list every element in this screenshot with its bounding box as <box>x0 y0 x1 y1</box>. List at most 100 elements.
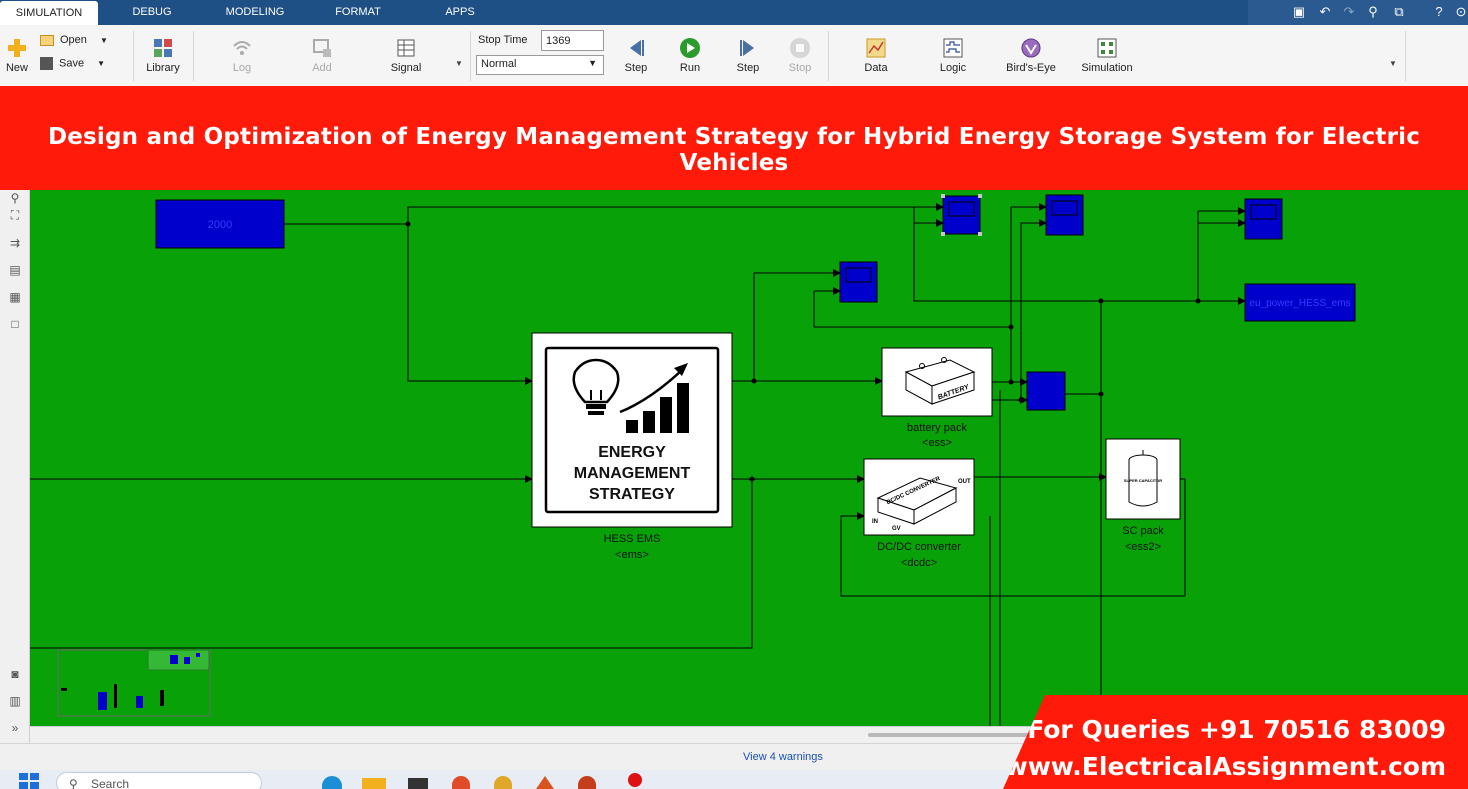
annotation-icon[interactable]: ▤ <box>7 263 23 277</box>
sum-block[interactable] <box>1026 371 1066 411</box>
step-back-label: Step <box>624 62 648 74</box>
matlab-icon[interactable] <box>536 776 554 789</box>
fit-view-icon[interactable]: ⛶ <box>7 208 23 222</box>
save-button[interactable]: Save ▼ <box>40 57 105 70</box>
ems-block-reference: <ems> <box>615 549 649 561</box>
stop-icon <box>790 38 810 58</box>
step-back-button[interactable]: Step <box>620 37 652 74</box>
step-back-icon <box>630 40 644 56</box>
scope-block[interactable] <box>941 194 982 236</box>
arrow-icon[interactable]: ⇉ <box>7 236 23 250</box>
tab-debug[interactable]: DEBUG <box>120 0 184 25</box>
dcdc-converter-block[interactable]: DC/DC CONVERTER OUT IN GV <box>863 458 975 536</box>
powerpoint-icon[interactable] <box>578 776 596 789</box>
chevron-down-icon[interactable]: ▼ <box>1389 59 1397 68</box>
ems-icon-line: MANAGEMENT <box>574 465 691 482</box>
step-forward-button[interactable]: Step <box>732 37 764 74</box>
separator <box>193 31 194 81</box>
windows-start-icon[interactable] <box>19 773 39 789</box>
constant-block[interactable]: 2000 <box>155 199 285 249</box>
simulation-manager-button[interactable]: Simulation <box>1078 37 1136 74</box>
model-canvas[interactable]: 2000 eu_power_HESS_ems ENERGY MANAGEMENT… <box>30 190 1468 726</box>
simulation-mode-select[interactable]: Normal ▼ <box>476 55 604 75</box>
browser-icon[interactable] <box>452 776 470 789</box>
terminal-icon[interactable] <box>408 778 428 789</box>
tab-format[interactable]: FORMAT <box>324 0 392 25</box>
properties-icon[interactable]: ▥ <box>7 694 23 708</box>
chrome-icon[interactable] <box>494 776 512 789</box>
table-icon <box>397 39 415 57</box>
tab-simulation[interactable]: SIMULATION <box>0 1 98 25</box>
ems-icon-line: ENERGY <box>598 444 666 461</box>
stop-button[interactable]: Stop <box>785 37 815 74</box>
signal-line[interactable] <box>1010 203 1047 382</box>
separator <box>828 31 829 81</box>
simulation-manager-icon <box>1097 38 1117 58</box>
save-icon[interactable]: ▣ <box>1292 5 1306 19</box>
signal-table-button[interactable]: Signal <box>384 37 428 74</box>
converter-gv-label: GV <box>892 526 901 532</box>
log-signals-button[interactable]: Log <box>222 37 262 74</box>
help-icon[interactable]: ? <box>1432 5 1446 19</box>
chevron-down-icon: ▼ <box>588 58 597 68</box>
ribbon-tab-bar: SIMULATION DEBUG MODELING FORMAT APPS ▣ … <box>0 0 1468 25</box>
collapse-icon[interactable]: ⊙ <box>1454 5 1468 19</box>
data-inspector-label: Data <box>864 62 888 74</box>
view-warnings-link[interactable]: View 4 warnings <box>743 751 823 763</box>
signal-line[interactable] <box>1197 219 1246 301</box>
expand-icon[interactable]: » <box>7 721 23 735</box>
taskbar-search-box[interactable]: ⚲ Search <box>56 772 262 789</box>
open-button[interactable]: Open ▼ <box>40 34 108 46</box>
sc-pack-block[interactable]: SUPER CAPACITOR <box>1105 438 1181 520</box>
stop-label: Stop <box>788 62 812 74</box>
add-label: Add <box>312 62 332 74</box>
add-viewer-button[interactable]: Add <box>302 37 342 74</box>
tab-apps[interactable]: APPS <box>430 0 490 25</box>
search-icon: ⚲ <box>69 777 78 789</box>
chevron-down-icon[interactable]: ▼ <box>455 59 463 68</box>
signal-line[interactable] <box>407 224 533 385</box>
title-banner: Design and Optimization of Energy Manage… <box>0 86 1468 190</box>
supercapacitor-icon-text: SUPER CAPACITOR <box>1124 478 1162 483</box>
battery-pack-block[interactable]: BATTERY <box>881 347 993 417</box>
library-label: Library <box>146 62 180 74</box>
library-browser-button[interactable]: Library <box>144 37 182 74</box>
file-explorer-icon[interactable] <box>362 778 386 789</box>
birds-eye-icon <box>1021 38 1041 58</box>
recorder-icon[interactable] <box>628 773 642 787</box>
separator <box>470 31 471 81</box>
data-inspector-button[interactable]: Data <box>855 37 897 74</box>
disk-icon <box>40 57 53 70</box>
scope-block[interactable] <box>839 261 878 303</box>
contact-website[interactable]: www.ElectricalAssignment.com <box>1005 752 1446 781</box>
stop-time-input[interactable] <box>541 30 604 51</box>
scope-block[interactable] <box>1045 194 1084 236</box>
scope-block[interactable] <box>1244 198 1283 240</box>
search-icon[interactable]: ⚲ <box>1366 5 1380 19</box>
dcdc-block-name: DC/DC converter <box>877 541 961 553</box>
hess-ems-block[interactable]: ENERGY MANAGEMENT STRATEGY <box>531 332 733 528</box>
workspace-variable: eu_power_HESS_ems <box>1249 298 1350 309</box>
signal-line[interactable] <box>1197 207 1246 223</box>
step-forward-icon <box>740 40 754 56</box>
zoom-icon[interactable]: ⚲ <box>7 191 23 205</box>
open-label: Open <box>60 34 87 46</box>
viewer-icon <box>313 39 331 57</box>
taskbar-app-icon[interactable] <box>322 776 342 789</box>
to-workspace-block[interactable]: eu_power_HESS_ems <box>1244 283 1356 322</box>
redo-icon[interactable]: ↷ <box>1342 5 1356 19</box>
undo-icon[interactable]: ↶ <box>1318 5 1332 19</box>
camera-icon[interactable]: ◙ <box>7 667 23 681</box>
stop-time-label: Stop Time <box>478 34 528 46</box>
new-button[interactable]: New <box>4 37 30 74</box>
simulink-window: SIMULATION DEBUG MODELING FORMAT APPS ▣ … <box>0 0 1468 789</box>
image-icon[interactable]: ▦ <box>7 290 23 304</box>
tab-modeling[interactable]: MODELING <box>214 0 296 25</box>
model-overview-thumbnail[interactable] <box>57 649 211 717</box>
birds-eye-scope-button[interactable]: Bird's-Eye <box>1003 37 1059 74</box>
area-icon[interactable]: □ <box>7 317 23 331</box>
community-icon[interactable]: ⧉ <box>1392 5 1406 19</box>
signal-line[interactable] <box>407 203 944 224</box>
logic-analyzer-button[interactable]: Logic <box>933 37 973 74</box>
run-button[interactable]: Run <box>675 37 705 74</box>
